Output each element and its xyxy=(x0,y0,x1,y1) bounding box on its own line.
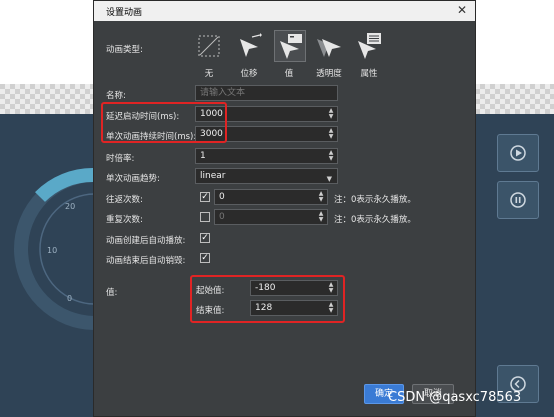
spin-arrows-icon[interactable]: ▲ ▼ xyxy=(317,211,325,223)
gauge-widget: 20 10 0 xyxy=(14,168,94,330)
pause-button[interactable] xyxy=(497,181,539,219)
gauge-outer-ring xyxy=(14,168,94,330)
anim-type-property-label: 属性 xyxy=(360,69,378,79)
gauge-tick-label: 0 xyxy=(67,294,72,303)
gauge-arc xyxy=(35,168,94,203)
anim-type-opacity-label: 透明度 xyxy=(316,69,342,79)
property-icon xyxy=(358,33,381,59)
spin-arrows-icon[interactable]: ▲ ▼ xyxy=(317,191,325,203)
autodestroy-checkbox[interactable]: ✓ xyxy=(200,253,210,263)
repeat-checkbox[interactable] xyxy=(200,212,210,222)
move-icon xyxy=(240,33,262,57)
close-icon[interactable]: ✕ xyxy=(457,3,467,17)
autoplay-label: 动画创建后自动播放: xyxy=(106,236,186,246)
watermark: CSDN @qasxc78563 xyxy=(388,390,522,405)
easing-value: linear xyxy=(200,171,226,181)
pingpong-spinbox[interactable]: 0 ▲ ▼ xyxy=(214,189,328,205)
repeat-spinbox[interactable]: 0 ▲ ▼ xyxy=(214,209,328,225)
play-button[interactable] xyxy=(497,134,539,172)
name-label: 名称: xyxy=(106,91,126,101)
anim-type-none[interactable] xyxy=(194,31,224,61)
gauge-tick-label: 20 xyxy=(65,202,75,211)
repeat-note: 注：0表示永久播放。 xyxy=(334,215,416,225)
opacity-icon xyxy=(317,39,341,57)
gauge-tick-label: 10 xyxy=(47,246,57,255)
delay-duration-highlight xyxy=(101,102,227,143)
autodestroy-label: 动画结束后自动销毁: xyxy=(106,256,186,266)
speed-spinbox[interactable]: 1 ▲ ▼ xyxy=(195,148,338,164)
pause-icon xyxy=(510,192,526,208)
value-range-highlight xyxy=(190,275,345,323)
animation-settings-dialog: 设置动画 ✕ 动画类型: 无 位移 值 透明度 属性 名称: 请输入文本 延迟启… xyxy=(93,0,476,417)
easing-label: 单次动画趋势: xyxy=(106,174,160,184)
value-icon xyxy=(280,34,302,59)
anim-type-value[interactable] xyxy=(274,30,306,62)
anim-type-label: 动画类型: xyxy=(106,45,143,55)
play-icon xyxy=(510,145,526,161)
name-placeholder: 请输入文本 xyxy=(200,88,246,98)
anim-type-property[interactable] xyxy=(354,31,384,61)
dialog-title: 设置动画 xyxy=(106,8,143,18)
anim-type-none-label: 无 xyxy=(204,69,214,79)
repeat-value: 0 xyxy=(219,212,225,222)
pingpong-value: 0 xyxy=(219,192,225,202)
repeat-label: 重复次数: xyxy=(106,215,143,225)
pingpong-label: 往返次数: xyxy=(106,195,143,205)
pingpong-note: 注：0表示永久播放。 xyxy=(334,195,416,205)
speed-value: 1 xyxy=(200,151,206,161)
anim-type-value-label: 值 xyxy=(284,69,294,79)
spin-arrows-icon[interactable]: ▲ ▼ xyxy=(327,108,335,120)
spin-arrows-icon[interactable]: ▲ ▼ xyxy=(327,128,335,140)
name-input[interactable]: 请输入文本 xyxy=(195,85,338,101)
anim-type-move-label: 位移 xyxy=(240,69,258,79)
anim-type-move[interactable] xyxy=(234,31,264,61)
dialog-titlebar: 设置动画 ✕ xyxy=(94,1,475,21)
chevron-down-icon: ▼ xyxy=(326,175,332,183)
autoplay-checkbox[interactable]: ✓ xyxy=(200,233,210,243)
pingpong-checkbox[interactable]: ✓ xyxy=(200,192,210,202)
speed-label: 时倍率: xyxy=(106,154,135,164)
anim-type-opacity[interactable] xyxy=(314,31,344,61)
spin-arrows-icon[interactable]: ▲ ▼ xyxy=(327,150,335,162)
none-icon xyxy=(198,35,220,57)
value-label: 值: xyxy=(106,288,118,298)
easing-select[interactable]: linear ▼ xyxy=(195,168,338,184)
